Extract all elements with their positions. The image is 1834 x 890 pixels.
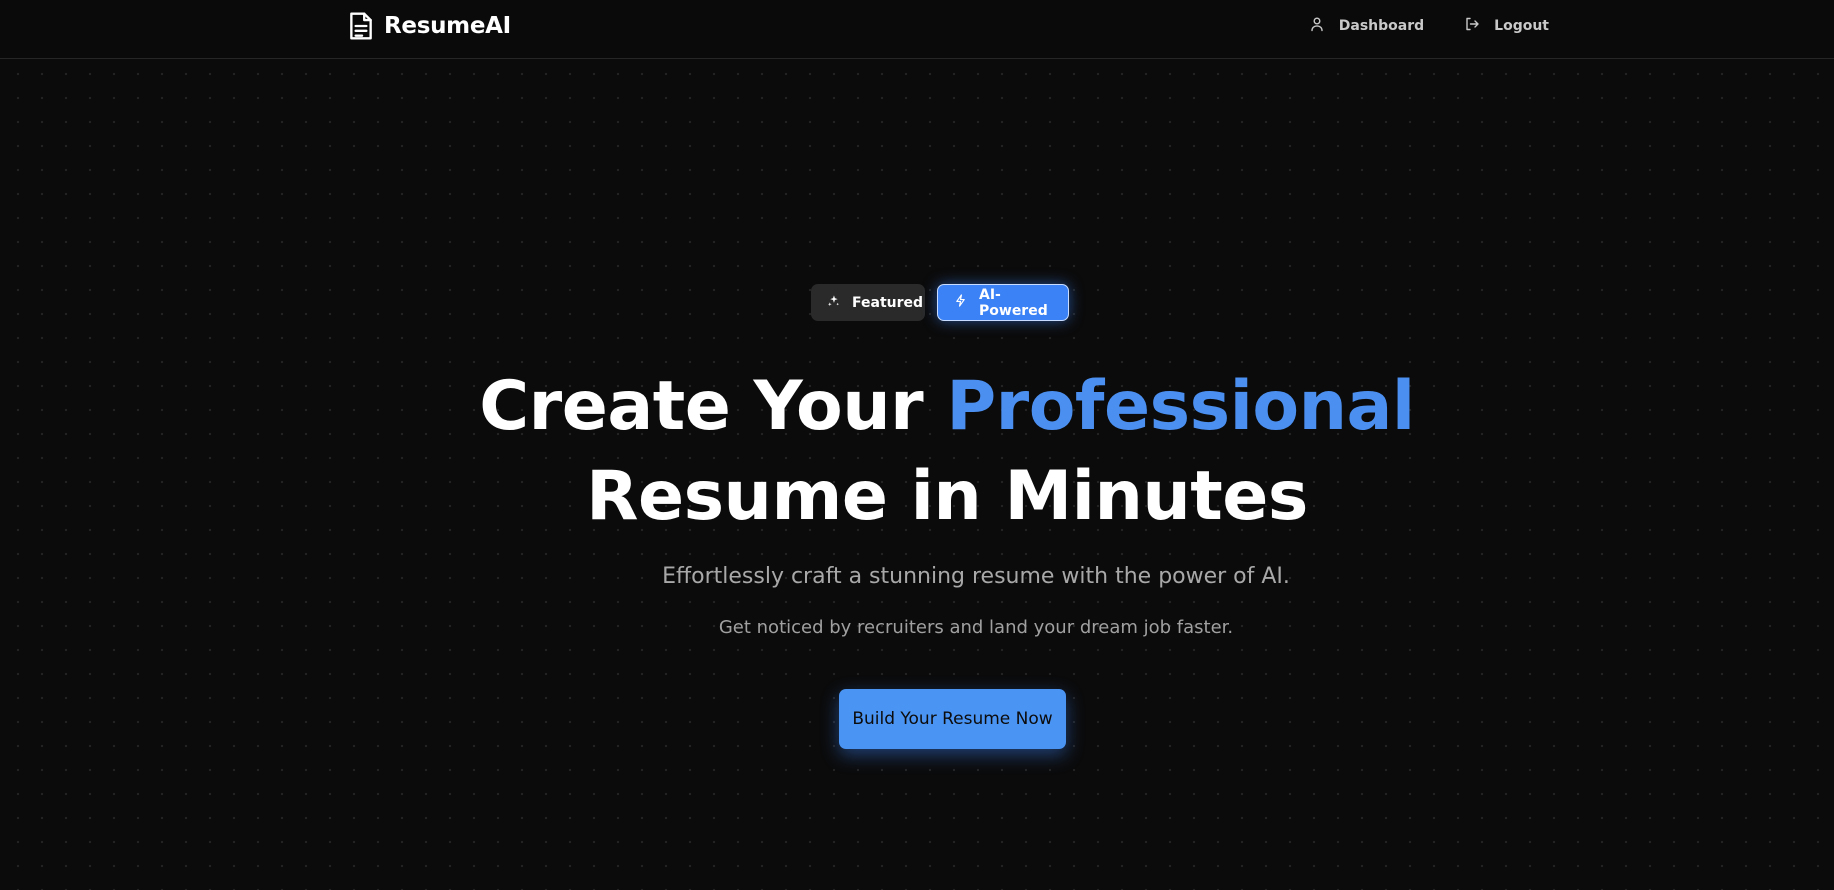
- user-icon: [1309, 16, 1325, 36]
- brand-name: ResumeAI: [384, 13, 511, 39]
- hero-subtitle: Effortlessly craft a stunning resume wit…: [662, 564, 1290, 589]
- navbar: ResumeAI Dashboard Logout: [0, 0, 1834, 59]
- nav-dashboard-link[interactable]: Dashboard: [1309, 16, 1424, 36]
- document-icon: [348, 11, 374, 41]
- hero-title-part1: Create Your: [479, 367, 947, 446]
- hero-title: Create Your Professional Resume in Minut…: [0, 362, 1834, 542]
- nav-logout-label: Logout: [1494, 18, 1549, 34]
- nav-links: Dashboard Logout: [1309, 14, 1549, 38]
- build-resume-button[interactable]: Build Your Resume Now: [839, 689, 1066, 749]
- featured-badge: Featured: [811, 284, 925, 321]
- zap-icon: [954, 294, 967, 311]
- hero-badges: Featured AI-Powered: [0, 284, 1834, 321]
- landing-page: ResumeAI Dashboard Logout Featured AI-Po…: [0, 0, 1834, 890]
- hero-title-accent: Professional: [946, 367, 1415, 446]
- nav-logout-link[interactable]: Logout: [1464, 16, 1549, 36]
- hero-title-part2: Resume in Minutes: [586, 457, 1308, 536]
- nav-dashboard-label: Dashboard: [1338, 18, 1425, 34]
- sparkles-icon: [827, 294, 840, 311]
- ai-powered-badge-label: AI-Powered: [979, 286, 1048, 319]
- brand-logo-link[interactable]: ResumeAI: [348, 10, 511, 42]
- ai-powered-badge: AI-Powered: [937, 284, 1069, 321]
- featured-badge-label: Featured: [852, 294, 924, 311]
- logout-icon: [1464, 16, 1480, 36]
- hero-tagline: Get noticed by recruiters and land your …: [718, 617, 1234, 638]
